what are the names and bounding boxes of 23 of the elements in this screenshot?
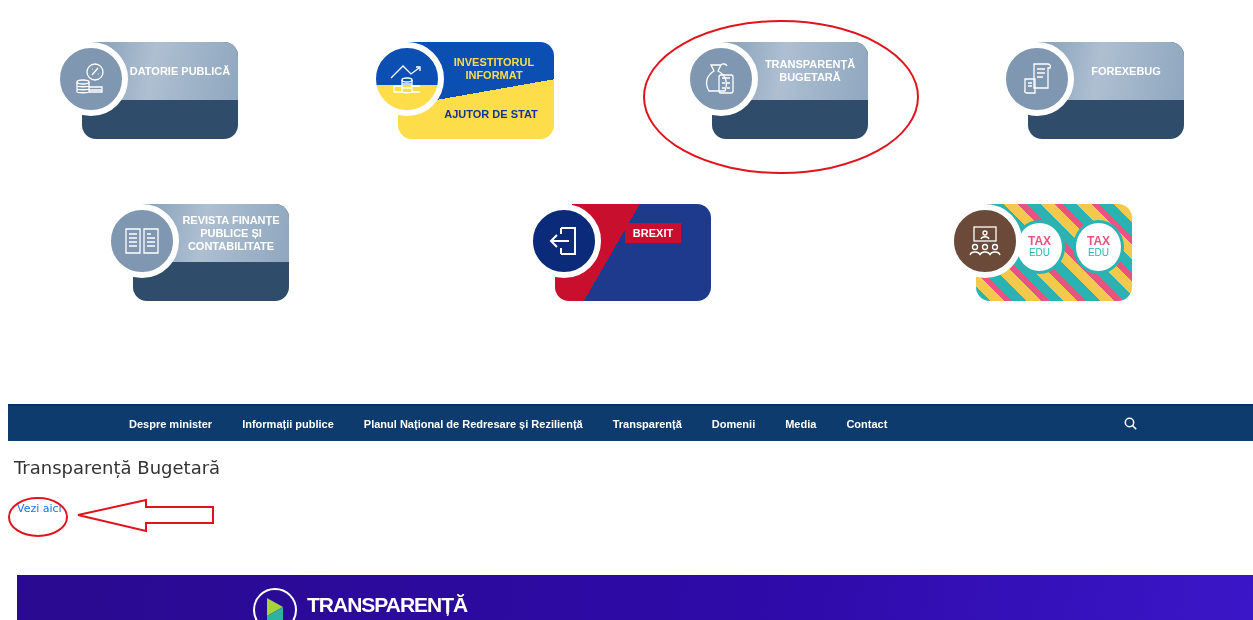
tile-label: BREXIT: [624, 223, 682, 244]
presentation-audience-icon: [967, 224, 1003, 258]
search-icon[interactable]: [1124, 417, 1137, 430]
nav-link[interactable]: Contact: [846, 417, 888, 430]
speech-bubble-logo: TAX EDU: [1073, 220, 1124, 274]
tile-label: AJUTOR DE STAT: [443, 108, 539, 120]
tile-label: DATORIE PUBLICĂ: [129, 64, 231, 78]
tile-label: REVISTA FINANȚE PUBLICE ȘI CONTABILITATE: [181, 213, 281, 253]
nav-link[interactable]: Despre minister: [129, 417, 213, 430]
tile-label: TRANSPARENȚĂ BUGETARĂ: [763, 58, 857, 85]
view-link[interactable]: Vezi aici: [17, 502, 62, 515]
tile-label: FOREXEBUG: [1091, 64, 1161, 78]
nav-link[interactable]: Informații publice: [242, 417, 334, 430]
magazine-icon: [124, 226, 160, 256]
tile-label: INVESTITORUL INFORMAT: [452, 56, 536, 82]
nav-link[interactable]: Transparență: [612, 417, 682, 430]
annotation-circle: [8, 497, 68, 537]
page-title: Transparență Bugetară: [14, 457, 222, 478]
nav-link[interactable]: Domenii: [711, 417, 756, 430]
banner-title: TRANSPARENȚĂ: [307, 593, 468, 617]
nav-link[interactable]: Media: [785, 417, 817, 430]
nav-link[interactable]: Planul Național de Redresare și Reziliență: [363, 417, 583, 430]
play-logo-icon: [253, 588, 297, 620]
